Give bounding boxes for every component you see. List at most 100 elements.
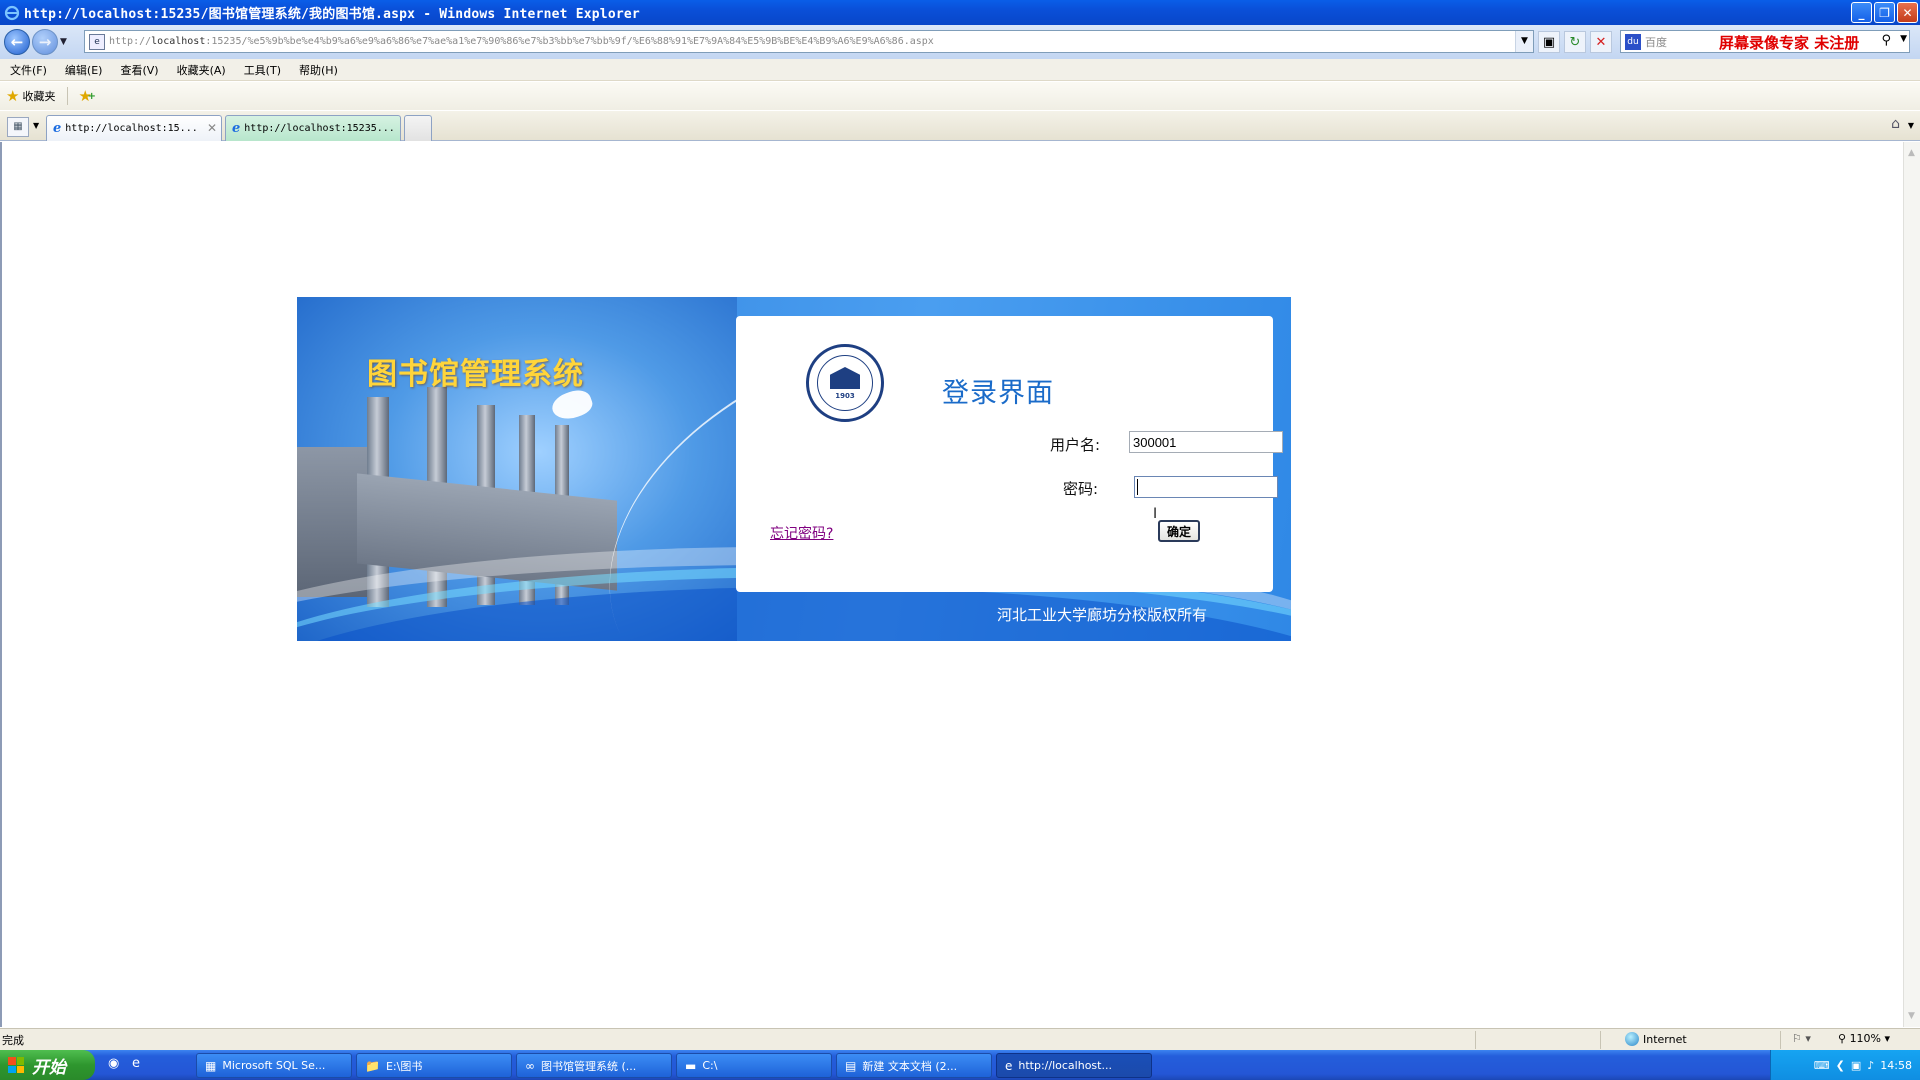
minimize-button[interactable]: _ xyxy=(1851,2,1872,23)
close-window-button[interactable]: ✕ xyxy=(1897,2,1918,23)
taskbar-item-sql[interactable]: ▦ Microsoft SQL Se... xyxy=(196,1053,352,1078)
network-icon[interactable]: ▣ xyxy=(1851,1059,1861,1072)
new-tab-button[interactable] xyxy=(404,115,432,141)
baidu-engine-icon[interactable]: du xyxy=(1625,33,1641,50)
page-icon: e xyxy=(89,33,105,50)
taskbar-item-label: E:\图书 xyxy=(385,1059,423,1073)
menu-help[interactable]: 帮助(H) xyxy=(299,62,338,78)
tab-list-dropdown-icon[interactable]: ▼ xyxy=(33,121,39,130)
taskbar-item-label: 新建 文本文档 (2... xyxy=(862,1059,958,1073)
folder-icon: 📁 xyxy=(365,1058,380,1073)
zoom-icon: ⚲ xyxy=(1838,1032,1847,1045)
home-dropdown-icon[interactable]: ▼ xyxy=(1908,121,1914,130)
stop-icon[interactable]: ✕ xyxy=(1590,31,1612,53)
password-label: 密码: xyxy=(1063,480,1099,498)
globe-icon xyxy=(1625,1032,1639,1046)
search-dropdown-icon[interactable]: ▼ xyxy=(1900,34,1907,44)
system-title: 图书馆管理系统 xyxy=(367,357,584,392)
menu-view[interactable]: 查看(V) xyxy=(120,62,158,78)
forward-button[interactable]: → xyxy=(32,29,58,55)
windows-logo-icon xyxy=(8,1057,24,1073)
favorites-button[interactable]: ★ 收藏夹 xyxy=(6,87,55,105)
volume-icon[interactable]: ♪ xyxy=(1867,1059,1874,1072)
search-icon[interactable]: ⚲ xyxy=(1881,33,1891,48)
notepad-icon: ▤ xyxy=(845,1058,857,1073)
address-dropdown-icon[interactable]: ▼ xyxy=(1515,31,1533,52)
taskbar-item-label: C:\ xyxy=(702,1059,718,1072)
visual-studio-icon: ∞ xyxy=(525,1058,535,1073)
address-url[interactable]: http://localhost:15235/%e5%9b%be%e4%b9%a… xyxy=(109,36,934,47)
username-label: 用户名: xyxy=(1050,436,1101,454)
text-caret xyxy=(1137,479,1138,495)
favorites-label: 收藏夹 xyxy=(22,90,56,103)
protected-mode-icon[interactable]: ⚐ ▾ xyxy=(1792,1032,1811,1045)
tab-bar: ▦ ▼ e http://localhost:15... ✕ e http://… xyxy=(0,111,1920,141)
clock[interactable]: 14:58 xyxy=(1880,1059,1912,1072)
menu-favorites[interactable]: 收藏夹(A) xyxy=(177,62,226,78)
back-button[interactable]: ← xyxy=(4,29,30,55)
window-title-bar[interactable]: http://localhost:15235/图书馆管理系统/我的图书馆.asp… xyxy=(0,0,1920,25)
tray-arrow-icon[interactable]: ❮ xyxy=(1836,1059,1845,1072)
taskbar-item-vs[interactable]: ∞ 图书馆管理系统 (... xyxy=(516,1053,672,1078)
copyright-text: 河北工业大学廊坊分校版权所有 xyxy=(997,606,1208,624)
status-divider xyxy=(1475,1031,1476,1049)
tab-1-label: http://localhost:15... xyxy=(65,123,198,134)
tab-1[interactable]: e http://localhost:15... ✕ xyxy=(46,115,222,141)
taskbar-item-drive[interactable]: ▬ C:\ xyxy=(676,1053,832,1078)
maximize-button[interactable]: ❐ xyxy=(1874,2,1895,23)
ie-tab-icon: e xyxy=(53,121,62,136)
ibeam-cursor-icon: I xyxy=(1153,506,1158,522)
drive-icon: ▬ xyxy=(685,1058,697,1073)
scroll-down-icon[interactable]: ▼ xyxy=(1908,1011,1915,1021)
start-label: 开始 xyxy=(32,1057,66,1078)
vertical-scrollbar[interactable]: ▲ ▼ xyxy=(1903,142,1920,1027)
ie-tab-icon: e xyxy=(232,121,241,136)
taskbar-item-ie[interactable]: e http://localhost... xyxy=(996,1053,1152,1078)
start-button[interactable]: 开始 xyxy=(0,1050,95,1080)
close-tab-icon[interactable]: ✕ xyxy=(207,121,217,135)
search-box[interactable]: du 百度 屏幕录像专家 未注册 ⚲ ▼ xyxy=(1620,30,1910,53)
history-dropdown-icon[interactable]: ▼ xyxy=(60,37,72,47)
quick-tabs-icon[interactable]: ▦ xyxy=(7,117,29,137)
zoom-level: 110% xyxy=(1849,1032,1882,1045)
menu-bar: 文件(F) 编辑(E) 查看(V) 收藏夹(A) 工具(T) 帮助(H) xyxy=(0,59,1920,81)
internet-explorer-icon xyxy=(4,5,20,20)
status-message: 完成 xyxy=(2,1033,24,1047)
tab-2-active[interactable]: e http://localhost:15235... xyxy=(225,115,401,141)
keyboard-icon[interactable]: ⌨ xyxy=(1814,1059,1830,1072)
taskbar: 开始 ◉ e ▦ Microsoft SQL Se... 📁 E:\图书 ∞ 图… xyxy=(0,1050,1920,1080)
zoom-control[interactable]: ⚲ 110% ▾ xyxy=(1838,1032,1890,1045)
zoom-dropdown-icon: ▾ xyxy=(1884,1032,1891,1045)
login-panel: 1903 登录界面 用户名: 密码: I 确定 xyxy=(736,316,1283,592)
system-tray: ⌨ ❮ ▣ ♪ 14:58 xyxy=(1770,1050,1920,1080)
home-icon[interactable]: ⌂ xyxy=(1891,116,1900,132)
favorites-bar: ★ 收藏夹 ★ xyxy=(0,82,1920,110)
quicklaunch-browser-icon[interactable]: e xyxy=(132,1056,140,1071)
security-zone[interactable]: Internet xyxy=(1625,1032,1687,1046)
menu-file[interactable]: 文件(F) xyxy=(10,62,47,78)
submit-button[interactable]: 确定 xyxy=(1158,520,1200,542)
status-bar: 完成 Internet ⚐ ▾ ⚲ 110% ▾ xyxy=(0,1028,1920,1050)
favorites-divider xyxy=(67,87,69,105)
ie-taskbar-icon: e xyxy=(1005,1058,1013,1073)
taskbar-item-notepad[interactable]: ▤ 新建 文本文档 (2... xyxy=(836,1053,992,1078)
university-seal-icon: 1903 xyxy=(806,344,884,422)
address-bar[interactable]: e http://localhost:15235/%e5%9b%be%e4%b9… xyxy=(84,30,1534,53)
add-favorite-icon[interactable]: ★ xyxy=(78,87,96,105)
taskbar-item-label: 图书馆管理系统 (... xyxy=(541,1059,637,1073)
taskbar-item-label: Microsoft SQL Se... xyxy=(222,1059,326,1072)
taskbar-item-folder[interactable]: 📁 E:\图书 xyxy=(356,1053,512,1078)
username-input[interactable] xyxy=(1129,431,1283,453)
recorder-watermark: 屏幕录像专家 未注册 xyxy=(1719,34,1860,52)
scroll-up-icon[interactable]: ▲ xyxy=(1908,148,1915,158)
compatibility-view-icon[interactable]: ▣ xyxy=(1538,31,1560,53)
menu-edit[interactable]: 编辑(E) xyxy=(65,62,103,78)
forgot-password-link[interactable]: 忘记密码? xyxy=(770,523,833,543)
star-icon: ★ xyxy=(6,87,20,105)
window-title: http://localhost:15235/图书馆管理系统/我的图书馆.asp… xyxy=(24,7,640,22)
quicklaunch-ie-icon[interactable]: ◉ xyxy=(108,1056,119,1071)
refresh-icon[interactable]: ↻ xyxy=(1564,31,1586,53)
menu-tools[interactable]: 工具(T) xyxy=(244,62,281,78)
zone-label: Internet xyxy=(1643,1032,1687,1046)
password-input[interactable] xyxy=(1134,476,1278,498)
